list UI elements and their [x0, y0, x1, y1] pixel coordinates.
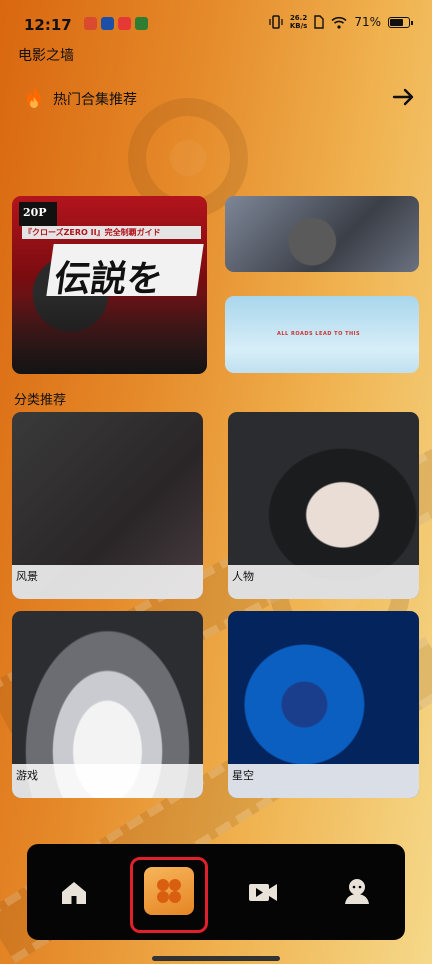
featured-poster-main[interactable]: 20P 『クローズZERO II』完全制覇ガイド 伝説を — [12, 196, 207, 374]
wifi-icon — [331, 16, 347, 29]
category-label-bar: 星空 — [228, 764, 419, 798]
category-label: 人物 — [232, 570, 254, 583]
category-card-landscape[interactable]: 风景 — [12, 412, 203, 599]
tab-profile[interactable] — [333, 868, 381, 916]
hot-collections-row[interactable]: 热门合集推荐 — [20, 84, 416, 112]
hot-collections-label: 热门合集推荐 — [53, 92, 137, 108]
category-card-people[interactable]: 人物 — [228, 412, 419, 599]
status-time: 12:17 — [24, 16, 72, 34]
poster-caption: ALL ROADS LEAD TO THIS — [277, 331, 361, 337]
status-right: 26.2 KB/s 71% — [269, 14, 413, 30]
category-label: 星空 — [232, 769, 254, 782]
tab-home[interactable] — [50, 868, 98, 916]
category-label: 风景 — [16, 570, 38, 583]
bottom-tab-bar — [27, 844, 405, 940]
arrow-right-icon[interactable] — [392, 85, 416, 109]
gesture-home-bar[interactable] — [152, 956, 280, 961]
selected-tab-highlight — [130, 857, 208, 933]
app-notification-icon — [135, 17, 148, 30]
category-card-stars[interactable]: 星空 — [228, 611, 419, 798]
flame-icon — [27, 86, 41, 108]
home-icon — [62, 882, 86, 904]
featured-poster-top-right[interactable] — [225, 196, 419, 272]
notification-icons — [84, 17, 148, 30]
app-notification-icon — [101, 17, 114, 30]
poster-badge: 20P — [19, 202, 57, 226]
app-notification-icon — [84, 17, 97, 30]
network-speed: 26.2 KB/s — [289, 14, 308, 30]
sim-icon — [314, 15, 325, 29]
status-bar: 12:17 26.2 KB/s 71% — [0, 0, 432, 46]
poster-title-block: 伝説を — [46, 244, 204, 300]
category-card-game[interactable]: 游戏 — [12, 611, 203, 798]
featured-poster-mid-right[interactable]: ALL ROADS LEAD TO THIS — [225, 296, 419, 373]
category-label-bar: 游戏 — [12, 764, 203, 798]
category-label-bar: 人物 — [228, 565, 419, 599]
category-section-title: 分类推荐 — [14, 393, 67, 408]
battery-icon — [388, 16, 413, 28]
category-label-bar: 风景 — [12, 565, 203, 599]
video-camera-icon — [249, 884, 277, 901]
profile-icon — [345, 879, 369, 904]
page-title: 电影之墙 — [18, 48, 74, 64]
tab-video[interactable] — [239, 868, 287, 916]
vibrate-icon — [269, 15, 283, 29]
battery-percent: 71% — [354, 15, 381, 29]
app-notification-icon — [118, 17, 131, 30]
poster-headline-band: 『クローズZERO II』完全制覇ガイド — [22, 226, 201, 239]
category-label: 游戏 — [16, 769, 38, 782]
